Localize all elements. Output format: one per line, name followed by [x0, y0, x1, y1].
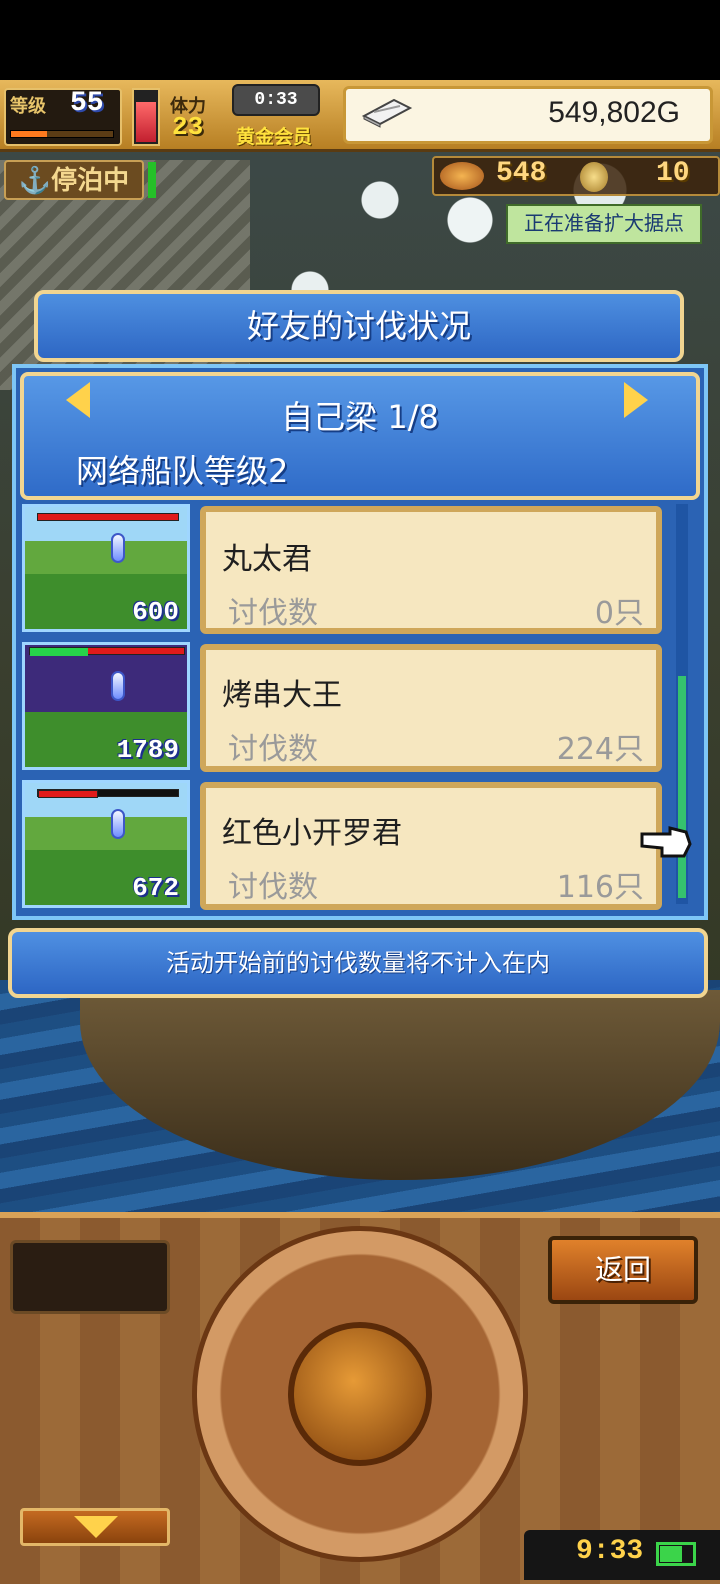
food-icon	[440, 162, 484, 190]
hp-bar-red	[38, 790, 98, 798]
dock-status: ⚓停泊中	[4, 160, 144, 200]
defeat-label: 讨伐数	[228, 732, 318, 767]
monster-count: 1789	[116, 735, 179, 765]
friend-name: 自己梁 1/8	[281, 398, 439, 436]
base-expand-notice[interactable]: 正在准备扩大据点	[506, 204, 702, 244]
friend-monster-name: 烤串大王	[222, 678, 342, 713]
back-button[interactable]: 返回	[548, 1236, 698, 1304]
anchor-icon: ⚓	[18, 165, 52, 195]
friend-monster-name: 红色小开罗君	[222, 816, 402, 851]
clock: 9:33	[576, 1536, 644, 1567]
defeat-label: 讨伐数	[228, 596, 318, 631]
recovery-timer: 0:33	[232, 84, 320, 116]
stamina-gauge-fill	[136, 102, 156, 142]
money-value: 549,802G	[548, 96, 680, 129]
monster-thumbnail: 1789	[22, 642, 190, 770]
dialog-title: 好友的讨伐状况	[34, 290, 684, 362]
level-value: 55	[70, 88, 104, 119]
hp-bar	[37, 513, 179, 521]
crystal-icon	[111, 533, 125, 563]
defeat-count: 0只	[594, 596, 644, 631]
pointing-hand-icon	[640, 826, 692, 858]
event-note: 活动开始前的讨伐数量将不计入在内	[8, 928, 708, 998]
crystal-icon	[111, 671, 125, 701]
fleet-level: 网络船队等级2	[76, 452, 289, 490]
empty-slot	[10, 1240, 170, 1314]
monster-count: 600	[132, 597, 179, 627]
crystal-icon	[111, 809, 125, 839]
hp-bar-green	[30, 648, 88, 656]
dpad-center-button[interactable]	[288, 1322, 432, 1466]
level-label: 等级	[10, 96, 46, 116]
stamina-value: 23	[172, 112, 204, 142]
membership-label: 黄金会员	[236, 127, 313, 148]
scrollbar-thumb[interactable]	[678, 676, 686, 898]
dock-status-label: 停泊中	[51, 165, 130, 195]
battery-level	[660, 1546, 682, 1562]
exp-bar-fill	[11, 131, 47, 137]
dock-indicator	[148, 162, 156, 198]
monster-thumbnail: 672	[22, 780, 190, 908]
chevron-down-icon	[74, 1516, 118, 1538]
defeat-label: 讨伐数	[228, 870, 318, 905]
medal-icon	[580, 162, 608, 192]
defeat-count: 224只	[556, 732, 644, 767]
friend-monster-name: 丸太君	[222, 542, 312, 577]
defeat-count: 116只	[556, 870, 644, 905]
monster-count: 672	[132, 873, 179, 903]
resource-2-value: 10	[656, 158, 690, 189]
monster-thumbnail: 600	[22, 504, 190, 632]
resource-1-value: 548	[496, 158, 547, 189]
silver-ingot-icon	[361, 98, 413, 128]
